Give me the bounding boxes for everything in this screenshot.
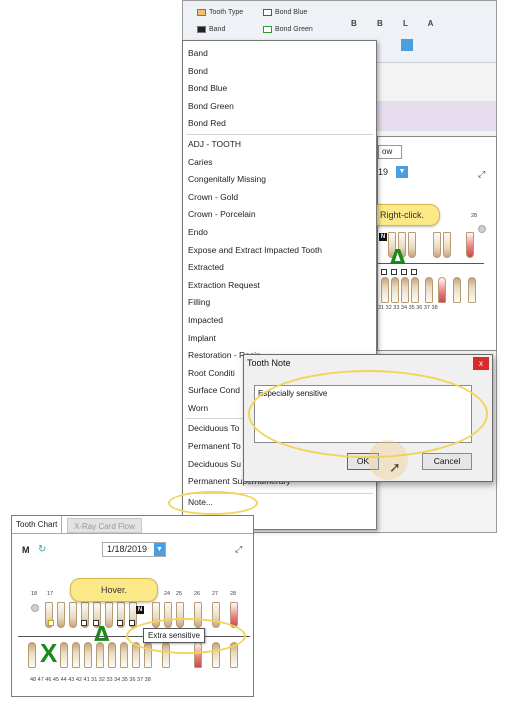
menu-item-filling[interactable]: Filling: [183, 294, 376, 312]
tab-tooth-chart[interactable]: Tooth Chart: [12, 516, 63, 533]
tab-flow[interactable]: ow: [378, 145, 402, 159]
menu-item-caries[interactable]: Caries: [183, 154, 376, 172]
tooth-number: 27: [212, 591, 219, 597]
menu-item-crown-porcelain[interactable]: Crown - Porcelain: [183, 206, 376, 224]
tooth[interactable]: [69, 602, 77, 628]
click-indicator: [368, 440, 408, 480]
tooth[interactable]: [108, 642, 116, 668]
tooth[interactable]: [381, 277, 389, 303]
menu-item-implant[interactable]: Implant: [183, 330, 376, 348]
menu-item-adj-tooth[interactable]: ADJ - TOOTH: [183, 136, 376, 154]
band-swatch-icon: [197, 26, 206, 33]
tab-xray-card-flow[interactable]: X-Ray Card Flow: [67, 518, 142, 533]
new-badge-icon: N: [379, 233, 387, 241]
chart-date: 19: [378, 167, 389, 177]
note-highlight: [168, 491, 258, 515]
band-marker-icon: [117, 620, 123, 626]
menu-item-bond-blue[interactable]: Bond Blue: [183, 80, 376, 98]
tooth-number: 28: [230, 591, 237, 597]
band-option[interactable]: Band: [197, 26, 225, 33]
menu-item-bond[interactable]: Bond: [183, 63, 376, 81]
bond-blue-option[interactable]: Bond Blue: [263, 9, 307, 16]
dentition-mode-label: M: [22, 545, 30, 555]
ribbon-dropdown-icon[interactable]: [401, 39, 413, 51]
tooth[interactable]: [468, 277, 476, 303]
bond-blue-swatch-icon: [263, 9, 272, 16]
ribbon-letter-buttons[interactable]: B B L A: [351, 19, 442, 28]
missing-tooth-icon: [31, 604, 39, 612]
menu-item-bond-green[interactable]: Bond Green: [183, 98, 376, 116]
tooltip-highlight: [126, 618, 246, 654]
lower-tooth-numbers: 48 47 46 45 44 43 42 41 31 32 33 34 35 3…: [30, 677, 151, 683]
note-text-highlight: [248, 370, 488, 458]
tooth[interactable]: [391, 277, 399, 303]
tooth[interactable]: [433, 232, 441, 258]
band-marker-icon: [411, 269, 417, 275]
tooth[interactable]: [466, 232, 474, 258]
tooth[interactable]: [57, 602, 65, 628]
menu-separator: [186, 133, 373, 135]
bond-green-swatch-icon: [263, 26, 272, 33]
menu-item-extracted[interactable]: Extracted: [183, 259, 376, 277]
refresh-icon[interactable]: ↻: [38, 544, 46, 555]
arch-midline: [378, 263, 484, 264]
tab-underline: [12, 533, 253, 534]
menu-item-extraction-request[interactable]: Extraction Request: [183, 277, 376, 295]
tooth[interactable]: [453, 277, 461, 303]
adjustment-mark-icon: Δ: [390, 245, 406, 269]
tooth-chart-panel: Tooth Chart X-Ray Card Flow M ↻ 1/18/201…: [11, 515, 254, 697]
new-badge-icon: N: [136, 606, 144, 614]
bond-blue-label: Bond Blue: [275, 9, 308, 16]
tooth[interactable]: [408, 232, 416, 258]
tooth-number: 25: [176, 591, 183, 597]
tooth-number: 18: [31, 591, 38, 597]
bond-marker-icon: [48, 620, 54, 626]
close-icon[interactable]: x: [473, 357, 489, 370]
cancel-button[interactable]: Cancel: [422, 453, 472, 470]
tooth[interactable]: [438, 277, 446, 303]
band-marker-icon: [129, 620, 135, 626]
tooth[interactable]: [443, 232, 451, 258]
band-marker-icon: [391, 269, 397, 275]
menu-item-bond-red[interactable]: Bond Red: [183, 115, 376, 133]
menu-item-crown-gold[interactable]: Crown - Gold: [183, 189, 376, 207]
tooth-number: 24: [164, 591, 171, 597]
band-marker-icon: [381, 269, 387, 275]
band-label: Band: [209, 26, 226, 33]
expand-icon[interactable]: ⤢: [478, 169, 485, 180]
band-marker-icon: [401, 269, 407, 275]
tooth[interactable]: [60, 642, 68, 668]
bond-green-option[interactable]: Bond Green: [263, 26, 313, 33]
menu-item-band[interactable]: Band: [183, 45, 376, 63]
tooth-number: 28: [471, 213, 478, 219]
menu-item-congenitally-missing[interactable]: Congenitally Missing: [183, 171, 376, 189]
date-dropdown-icon[interactable]: ▼: [396, 166, 408, 178]
tooth[interactable]: [28, 642, 36, 668]
tooth[interactable]: [120, 642, 128, 668]
expand-icon[interactable]: ⤢: [235, 544, 242, 555]
menu-item-endo[interactable]: Endo: [183, 224, 376, 242]
tooth-type-label: Tooth Type: [209, 9, 244, 16]
dialog-title: Tooth Note: [247, 358, 291, 368]
date-dropdown-icon[interactable]: ▼: [154, 543, 165, 556]
hover-callout: Hover.: [70, 578, 158, 602]
missing-tooth-icon: [478, 225, 486, 233]
tooth-number: 17: [47, 591, 54, 597]
tooth[interactable]: [72, 642, 80, 668]
tooth[interactable]: [425, 277, 433, 303]
tooth[interactable]: [84, 642, 92, 668]
band-marker-icon: [81, 620, 87, 626]
tooth-type-option[interactable]: Tooth Type: [197, 9, 243, 16]
tooth-number: 26: [194, 591, 201, 597]
menu-item-impacted[interactable]: Impacted: [183, 312, 376, 330]
tooth[interactable]: [411, 277, 419, 303]
tooth[interactable]: [401, 277, 409, 303]
menu-item-expose-extract[interactable]: Expose and Extract Impacted Tooth: [183, 242, 376, 260]
lower-tooth-numbers: 31 32 33 34 35 36 37 38: [378, 305, 438, 311]
background-tooth-chart: ow 19 ▼ ⤢ 28 N Δ 31 32 33 34 35 36 37 38: [377, 136, 497, 351]
tooth-type-swatch-icon: [197, 9, 206, 16]
tooth[interactable]: [96, 642, 104, 668]
bond-green-label: Bond Green: [275, 26, 313, 33]
extracted-mark-icon: X: [40, 638, 58, 668]
